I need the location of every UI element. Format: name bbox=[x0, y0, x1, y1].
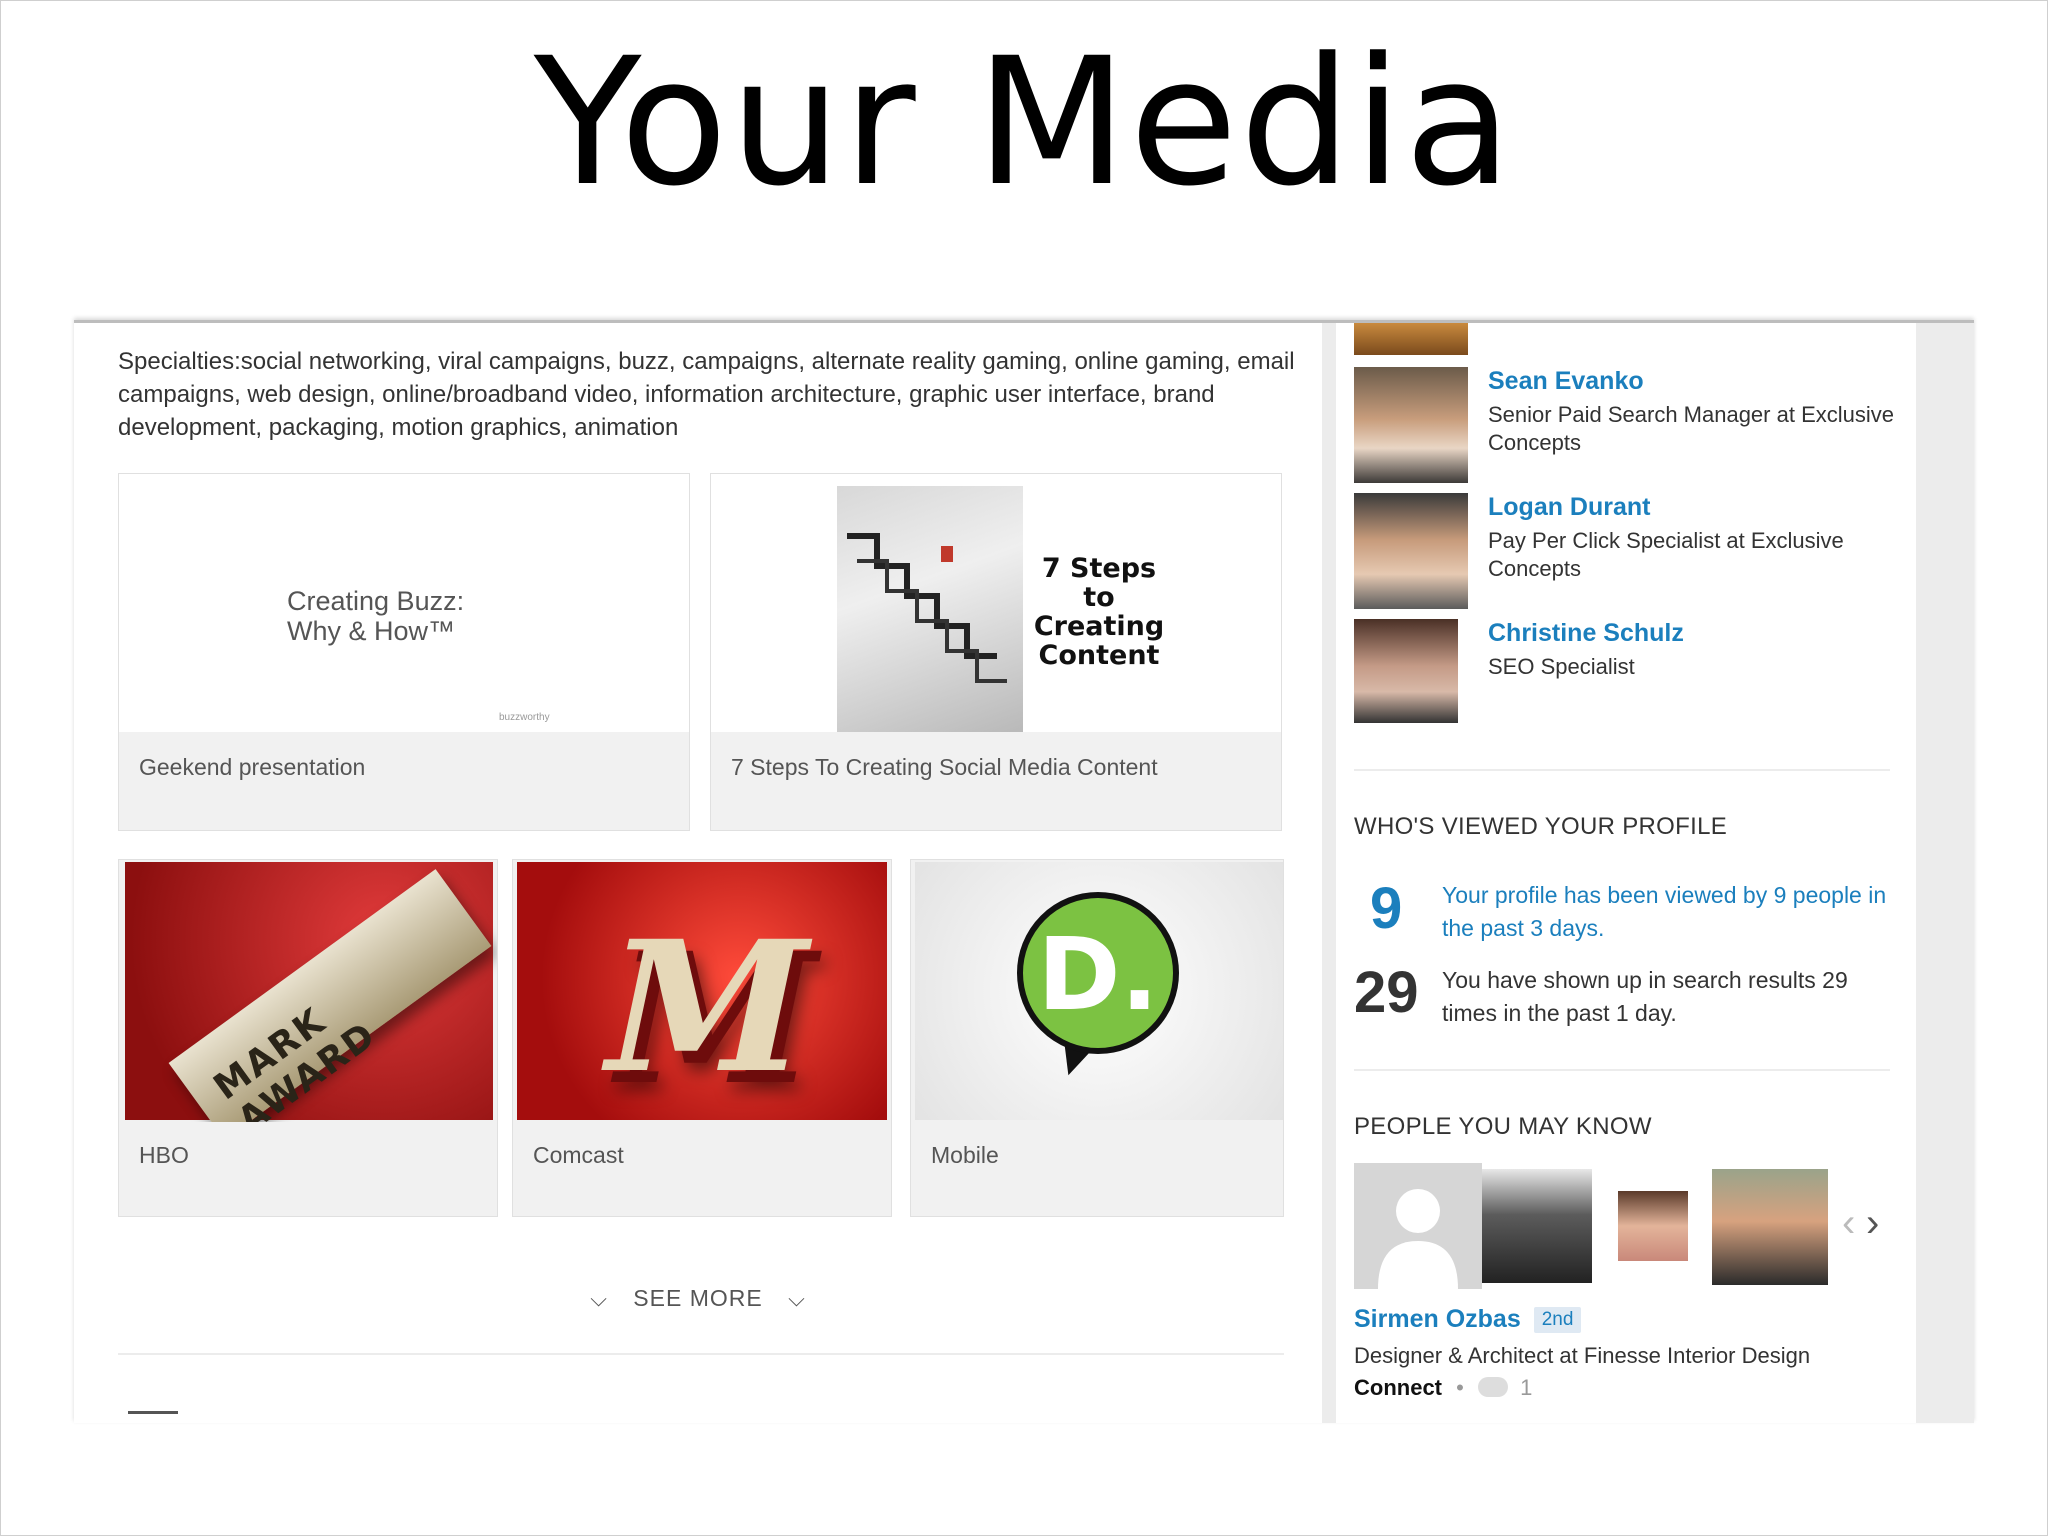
stairs-drawing bbox=[847, 533, 1007, 683]
award-photo: MARK AWARD bbox=[125, 862, 493, 1122]
avatar[interactable] bbox=[1482, 1169, 1592, 1283]
chevron-right-icon[interactable]: › bbox=[1866, 1201, 1879, 1246]
avatar[interactable] bbox=[1354, 367, 1468, 483]
connection-role: Pay Per Click Specialist at Exclusive Co… bbox=[1488, 528, 1844, 581]
default-avatar[interactable] bbox=[1354, 1163, 1482, 1289]
avatar[interactable] bbox=[1712, 1169, 1828, 1285]
media-thumbnail[interactable]: MARK AWARD bbox=[119, 860, 497, 1122]
media-card-geekend[interactable]: Creating Buzz: Why & How™ buzzworthy Gee… bbox=[118, 473, 690, 831]
pymk-actions: Connect • 1 bbox=[1354, 1375, 1532, 1401]
media-thumbnail[interactable]: 7 Steps to Creating Content bbox=[711, 474, 1281, 732]
section-divider bbox=[118, 1353, 1284, 1355]
degree-badge: 2nd bbox=[1533, 1307, 1582, 1333]
search-count: 29 bbox=[1354, 960, 1419, 1025]
chevron-down-icon: ⌵ bbox=[788, 1286, 806, 1311]
connection-role: SEO Specialist bbox=[1488, 654, 1635, 679]
person-silhouette-icon bbox=[1378, 1189, 1458, 1289]
section-divider bbox=[1354, 1069, 1890, 1071]
pymk-role: Designer & Architect at Finesse Interior… bbox=[1354, 1343, 1811, 1368]
pymk-name-row: Sirmen Ozbas 2nd bbox=[1354, 1305, 1582, 1334]
avatar[interactable] bbox=[1354, 619, 1458, 723]
media-card-mobile[interactable]: D. Mobile bbox=[910, 859, 1284, 1217]
media-card-seven-steps[interactable]: 7 Steps to Creating Content 7 Steps To C… bbox=[710, 473, 1282, 831]
media-caption[interactable]: 7 Steps To Creating Social Media Content bbox=[731, 754, 1158, 781]
specialties-text: Specialties:social networking, viral cam… bbox=[118, 348, 1295, 441]
stairs-photo bbox=[837, 486, 1023, 732]
profile-sidebar: Sean Evanko Senior Paid Search Manager a… bbox=[1336, 323, 1916, 1423]
connection-item[interactable]: Logan Durant Pay Per Click Specialist at… bbox=[1354, 493, 1914, 613]
media-caption[interactable]: Mobile bbox=[931, 1142, 999, 1169]
pymk-heading: PEOPLE YOU MAY KNOW bbox=[1354, 1113, 1652, 1140]
slide-title: Your Media bbox=[533, 20, 1515, 225]
shared-count[interactable]: 1 bbox=[1520, 1375, 1532, 1400]
media-thumbnail[interactable]: D. bbox=[911, 860, 1283, 1122]
comcast-photo: M bbox=[517, 862, 887, 1120]
connection-item[interactable]: Sean Evanko Senior Paid Search Manager a… bbox=[1354, 367, 1914, 487]
media-caption[interactable]: Geekend presentation bbox=[139, 754, 365, 781]
separator-dot: • bbox=[1456, 1375, 1464, 1400]
connection-name[interactable]: Logan Durant bbox=[1488, 493, 1651, 522]
see-more-button[interactable]: ⌵ SEE MORE ⌵ bbox=[74, 1285, 1322, 1312]
partial-icon bbox=[128, 1411, 178, 1424]
cropped-photo bbox=[1354, 323, 1468, 355]
connect-button[interactable]: Connect bbox=[1354, 1375, 1442, 1400]
media-thumbnail[interactable]: Creating Buzz: Why & How™ buzzworthy bbox=[119, 474, 689, 732]
profile-screenshot: Specialties:social networking, viral cam… bbox=[74, 320, 1974, 1423]
thumbnail-watermark: buzzworthy bbox=[499, 712, 550, 723]
media-card-hbo[interactable]: MARK AWARD HBO bbox=[118, 859, 498, 1217]
pymk-name[interactable]: Sirmen Ozbas bbox=[1354, 1305, 1521, 1333]
connection-name[interactable]: Christine Schulz bbox=[1488, 619, 1684, 648]
section-divider bbox=[1354, 769, 1890, 771]
shared-connections-icon bbox=[1477, 1377, 1508, 1397]
views-text[interactable]: Your profile has been viewed by 9 people… bbox=[1442, 879, 1902, 945]
thumbnail-title: D. bbox=[1037, 916, 1159, 1033]
profile-main-column: Specialties:social networking, viral cam… bbox=[74, 323, 1322, 1423]
search-text: You have shown up in search results 29 t… bbox=[1442, 967, 1848, 1026]
thumbnail-title: M bbox=[584, 902, 829, 1113]
avatar[interactable] bbox=[1618, 1191, 1688, 1261]
chevron-left-icon[interactable]: ‹ bbox=[1842, 1201, 1855, 1246]
connection-name[interactable]: Sean Evanko bbox=[1488, 367, 1644, 396]
chevron-down-icon: ⌵ bbox=[590, 1286, 608, 1311]
mobile-photo: D. bbox=[915, 862, 1283, 1120]
media-caption[interactable]: Comcast bbox=[533, 1142, 624, 1169]
views-count[interactable]: 9 bbox=[1370, 875, 1402, 942]
media-thumbnail[interactable]: M bbox=[513, 860, 891, 1122]
connection-item[interactable]: Christine Schulz SEO Specialist bbox=[1354, 619, 1914, 739]
profile-views-heading: WHO'S VIEWED YOUR PROFILE bbox=[1354, 813, 1728, 840]
thumbnail-title: Creating Buzz: Why & How™ bbox=[287, 586, 465, 646]
thumbnail-title: 7 Steps to Creating Content bbox=[1033, 553, 1165, 671]
see-more-label: SEE MORE bbox=[633, 1285, 763, 1311]
media-card-comcast[interactable]: M Comcast bbox=[512, 859, 892, 1217]
avatar[interactable] bbox=[1354, 493, 1468, 609]
media-caption[interactable]: HBO bbox=[139, 1142, 189, 1169]
speech-bubble-logo: D. bbox=[1017, 892, 1179, 1054]
connection-role: Senior Paid Search Manager at Exclusive … bbox=[1488, 402, 1894, 455]
